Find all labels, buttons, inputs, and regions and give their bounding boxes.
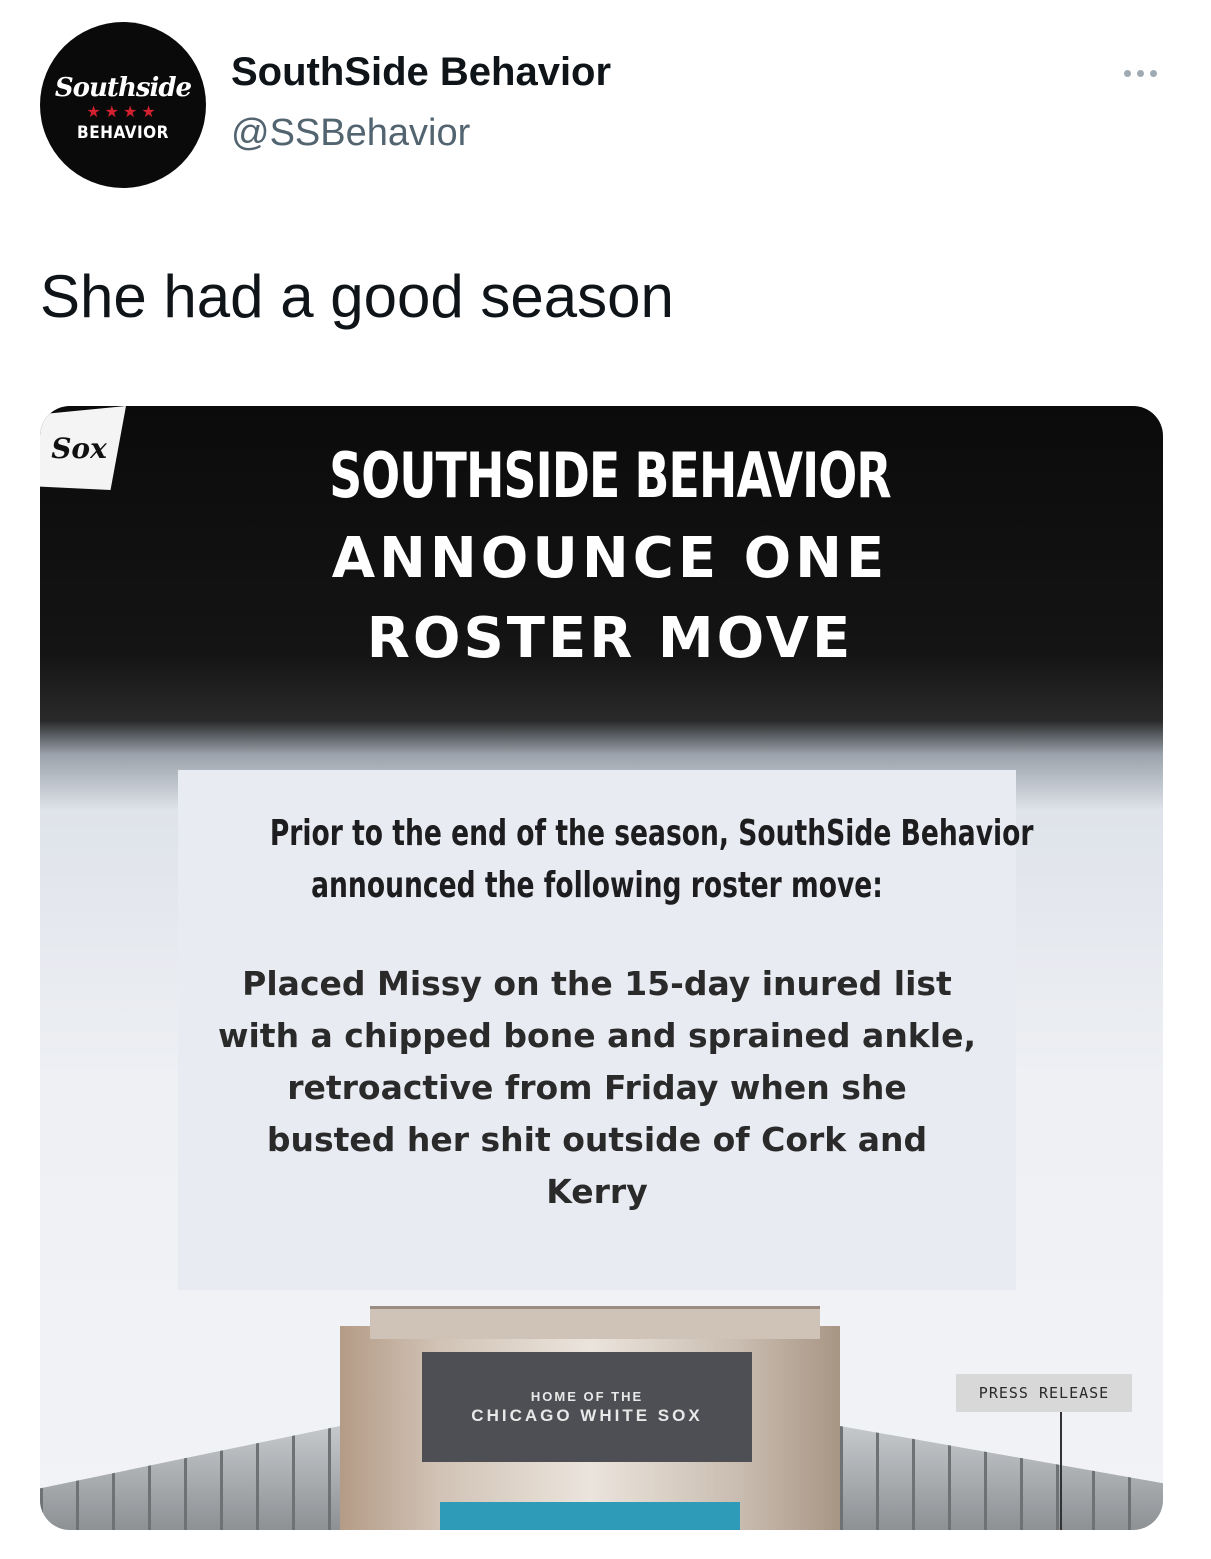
announcement-panel: Prior to the end of the season, SouthSid… (178, 770, 1034, 1290)
more-horizontal-icon (1149, 69, 1157, 77)
stadium-illustration: HOME OF THE CHICAGO WHITE SOX (40, 1306, 1163, 1530)
stadium-glass (440, 1502, 740, 1530)
headline-line-3: ROSTER MOVE (366, 606, 854, 671)
tweet-media-image[interactable]: Sox SOUTHSIDE BEHAVIOR ANNOUNCE ONE ROST… (40, 406, 1163, 1530)
avatar-logo-stars: ★★★★ (86, 104, 160, 121)
headline-line-2: ANNOUNCE ONE (331, 526, 889, 591)
press-release-label: PRESS RELEASE (956, 1374, 1132, 1412)
announcement-intro-line-1: Prior to the end of the season, SouthSid… (269, 813, 1034, 854)
headline-line-1: SOUTHSIDE BEHAVIOR (329, 439, 891, 512)
announcement-body: Placed Missy on the 15-day inured list w… (218, 964, 976, 1211)
avatar[interactable]: Southside ★★★★ BEHAVIOR (40, 22, 206, 188)
headline: SOUTHSIDE BEHAVIOR ANNOUNCE ONE ROSTER M… (220, 436, 1000, 676)
avatar-logo-subtext: BEHAVIOR (77, 123, 169, 143)
announcement-intro: Prior to the end of the season, SouthSid… (253, 808, 1034, 912)
stadium-sign: HOME OF THE CHICAGO WHITE SOX (422, 1352, 752, 1462)
stadium-sign-line-1: HOME OF THE (530, 1388, 644, 1404)
avatar-logo-text: Southside (54, 73, 192, 103)
stadium-tower-top (370, 1306, 820, 1339)
announcement-intro-line-2: announced the following roster move: (311, 865, 883, 906)
stadium-sign-line-2: CHICAGO WHITE SOX (471, 1405, 703, 1425)
stadium-roof-left (40, 1426, 340, 1530)
user-handle[interactable]: @SSBehavior (231, 112, 470, 155)
tweet: Southside ★★★★ BEHAVIOR SouthSide Behavi… (0, 0, 1211, 1559)
more-horizontal-icon (1136, 69, 1144, 77)
sox-logo-text: Sox (51, 431, 107, 465)
stadium-roof-right (840, 1426, 1163, 1530)
tweet-text: She had a good season (40, 263, 674, 330)
display-name[interactable]: SouthSide Behavior (231, 50, 611, 95)
more-horizontal-icon (1123, 69, 1131, 77)
press-release-divider (1060, 1412, 1062, 1530)
more-options-button[interactable] (1112, 58, 1168, 88)
